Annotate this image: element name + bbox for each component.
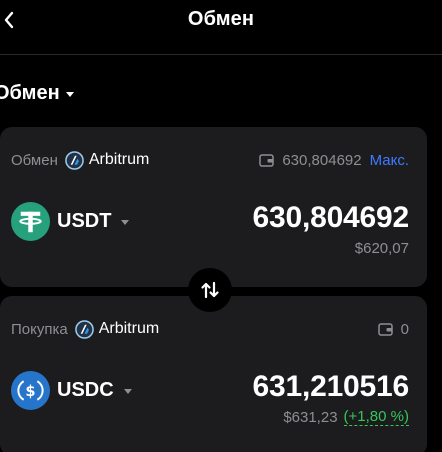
- buy-amount-value: 631,210516: [252, 370, 410, 403]
- sell-fiat-value: $620,07: [354, 240, 409, 257]
- price-impact-badge[interactable]: (+1,80 %): [343, 409, 409, 426]
- caret-down-icon: [121, 219, 130, 225]
- sell-network-name: Arbitrum: [88, 151, 150, 168]
- swap-direction-button[interactable]: [188, 268, 232, 312]
- sell-token-selector[interactable]: USDT: [11, 201, 130, 241]
- page-title: Обмен: [187, 8, 255, 30]
- sell-card: Обмен Arbitrum 630,804692 Макс. USDT 630…: [0, 127, 427, 287]
- usdc-icon: $: [11, 370, 50, 410]
- swap-arrows-icon: [201, 281, 219, 299]
- arbitrum-icon: [74, 319, 94, 339]
- buy-balance: 0: [400, 320, 409, 338]
- buy-card: Покупка Arbitrum 0 $ USDC 631,210516 $63…: [0, 296, 427, 452]
- buy-token-symbol: USDC: [57, 378, 114, 401]
- swap-screen: Обмен Обмен Обмен Arbitrum 630,804692 Ма…: [0, 0, 442, 452]
- caret-down-icon: [65, 92, 74, 97]
- sell-fiat-row: $620,07: [355, 240, 409, 257]
- sell-op-label: Обмен: [11, 151, 58, 169]
- mode-dropdown[interactable]: Обмен: [0, 80, 74, 106]
- buy-fiat-value: $631,23: [283, 409, 338, 426]
- caret-down-icon: [123, 388, 132, 394]
- tether-icon: [11, 201, 50, 241]
- buy-network-name: Arbitrum: [98, 320, 160, 337]
- sell-header-row: Обмен Arbitrum 630,804692 Макс.: [11, 149, 409, 171]
- wallet-icon: [377, 322, 393, 336]
- sell-amount-input[interactable]: 630,804692: [253, 201, 410, 235]
- header: Обмен: [0, 0, 442, 55]
- sell-balance: 630,804692: [282, 151, 362, 169]
- buy-header-row: Покупка Arbitrum 0: [11, 318, 409, 340]
- arbitrum-icon: [65, 150, 84, 170]
- mode-label: Обмен: [0, 81, 60, 104]
- sell-token-symbol: USDT: [57, 209, 112, 232]
- buy-op-label: Покупка: [11, 320, 68, 338]
- svg-text:$: $: [25, 382, 35, 399]
- buy-fiat-row: $631,23 (+1,80 %): [283, 409, 409, 426]
- max-button[interactable]: Макс.: [370, 152, 409, 169]
- wallet-icon: [259, 153, 275, 167]
- buy-token-selector[interactable]: $ USDC: [11, 370, 132, 410]
